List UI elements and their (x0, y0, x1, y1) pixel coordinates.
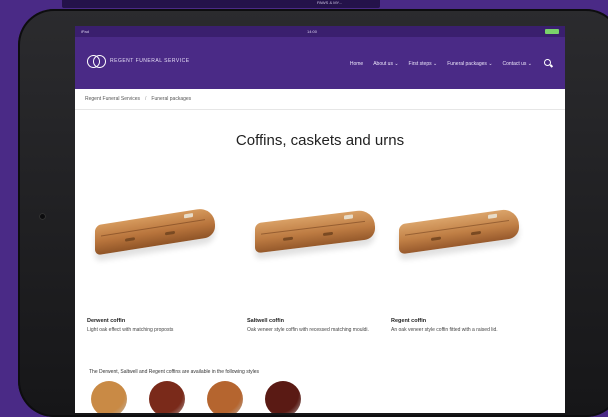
status-time: 14:00 (307, 29, 318, 34)
product-name: Derwent coffin (87, 318, 126, 324)
styles-caption: The Derwent, Saltwell and Regent coffins… (89, 369, 259, 375)
logo-rings-icon (87, 54, 106, 68)
finish-swatch[interactable] (149, 381, 185, 413)
product-description: Oak veneer style coffin with recessed ma… (247, 327, 369, 333)
product-card-saltwell[interactable]: Saltwell coffin Oak veneer style coffin … (247, 196, 397, 334)
status-bar: iPad 14:00 (75, 26, 565, 37)
coffin-image (255, 208, 375, 254)
site-logo[interactable]: REGENT FUNERAL SERVICE (87, 54, 190, 68)
camera-icon (39, 213, 46, 220)
finish-swatches (91, 381, 323, 413)
page-title: Coffins, caskets and urns (235, 132, 405, 149)
product-image[interactable] (391, 196, 541, 266)
background-strip-text: PAWS & MY... (317, 0, 343, 5)
status-carrier: iPad (81, 29, 90, 34)
product-description: An oak veneer style coffin fitted with a… (391, 327, 498, 333)
coffin-lid-line (261, 220, 365, 235)
finish-swatch[interactable] (207, 381, 243, 413)
coffin-handle (165, 230, 175, 236)
battery-icon (545, 29, 559, 34)
search-icon[interactable] (544, 59, 553, 68)
nav-item-about-us[interactable]: About us ⌄ (373, 61, 398, 67)
logo-text: REGENT FUNERAL SERVICE (110, 58, 190, 64)
coffin-image (95, 206, 215, 256)
product-list: Derwent coffin Light oak effect with mat… (75, 196, 565, 336)
finish-swatch[interactable] (91, 381, 127, 413)
background-strip: PAWS & MY... (62, 0, 380, 8)
breadcrumb-separator: / (145, 96, 147, 102)
coffin-lid-line (101, 219, 205, 237)
nav-item-contact-us[interactable]: Contact us ⌄ (503, 61, 532, 67)
finish-swatch[interactable] (265, 381, 301, 413)
main-nav: Home About us ⌄ First steps ⌄ Funeral pa… (340, 59, 553, 68)
coffin-handle (283, 236, 293, 241)
product-card-derwent[interactable]: Derwent coffin Light oak effect with mat… (87, 196, 237, 334)
coffin-nameplate (184, 212, 193, 219)
coffin-handle (125, 237, 135, 242)
product-image[interactable] (87, 196, 237, 266)
coffin-lid-line (405, 219, 509, 236)
product-card-regent[interactable]: Regent coffin An oak veneer style coffin… (391, 196, 541, 334)
coffin-nameplate (488, 213, 497, 219)
tablet-screen: iPad 14:00 REGENT FUNERAL SERVICE Home A… (75, 26, 565, 413)
nav-item-home[interactable]: Home (350, 61, 363, 67)
nav-item-first-steps[interactable]: First steps ⌄ (409, 61, 438, 67)
breadcrumb: Regent Funeral Services / Funeral packag… (75, 89, 565, 110)
coffin-image (399, 207, 519, 255)
coffin-handle (431, 236, 441, 241)
product-name: Regent coffin (391, 318, 427, 324)
product-description: Light oak effect with matching proposts (87, 327, 174, 333)
nav-item-funeral-packages[interactable]: Funeral packages ⌄ (447, 61, 492, 67)
product-image[interactable] (247, 196, 397, 266)
breadcrumb-item-home[interactable]: Regent Funeral Services (85, 96, 140, 102)
coffin-nameplate (344, 214, 353, 220)
site-header: REGENT FUNERAL SERVICE Home About us ⌄ F… (75, 37, 565, 89)
coffin-handle (323, 231, 333, 237)
breadcrumb-item-current: Funeral packages (151, 96, 192, 102)
product-name: Saltwell coffin (247, 318, 284, 324)
coffin-handle (471, 230, 481, 236)
